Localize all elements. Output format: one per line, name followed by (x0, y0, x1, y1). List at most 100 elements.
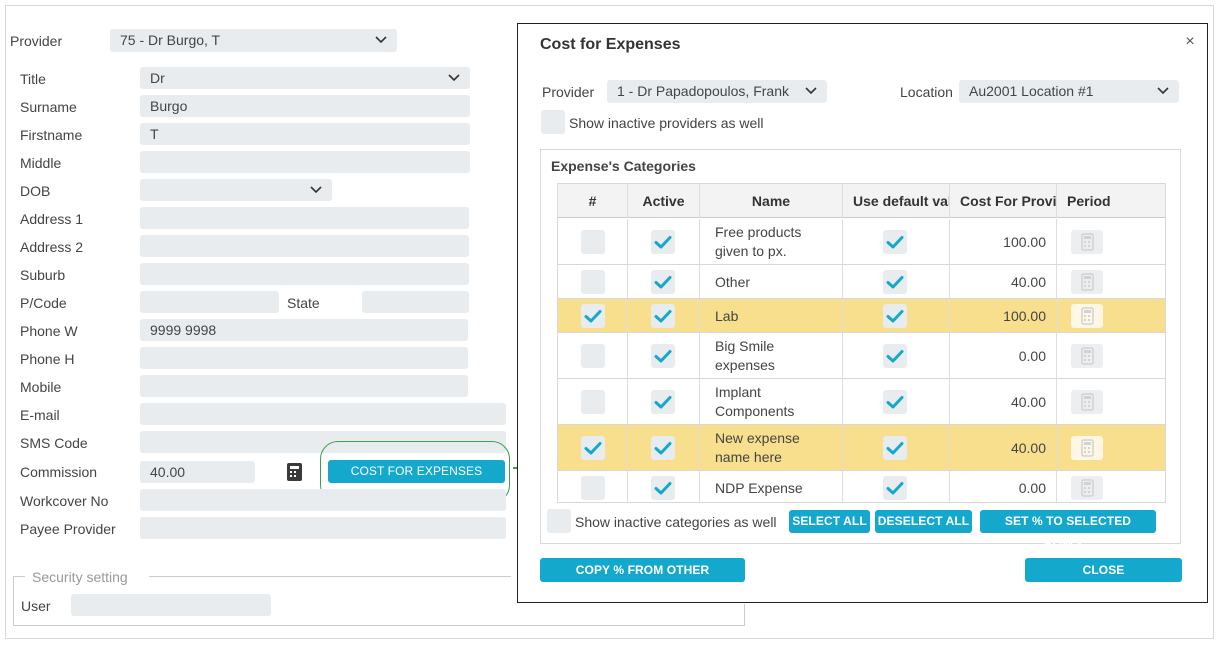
select-all-button[interactable]: SELECT ALL (789, 510, 870, 533)
show-inactive-providers-label: Show inactive providers as well (569, 115, 764, 131)
title-label: Title (20, 71, 46, 87)
period-calculator-icon[interactable] (1071, 230, 1103, 254)
address1-input[interactable] (140, 207, 469, 229)
active-checkbox[interactable] (651, 304, 675, 328)
phone-w-input[interactable]: 9999 9998 (140, 319, 468, 341)
dob-picker[interactable] (140, 179, 332, 201)
column-header-cost[interactable]: Cost For Provider (950, 184, 1057, 218)
use-default-checkbox[interactable] (883, 476, 907, 500)
table-row[interactable]: Other 40.00 (558, 265, 1165, 299)
mobile-input[interactable] (140, 375, 468, 397)
payee-provider-input[interactable] (140, 517, 506, 539)
table-cell: 40.00 (950, 379, 1057, 424)
table-cell: 0.00 (950, 333, 1057, 378)
cost-value[interactable]: 40.00 (1011, 274, 1046, 290)
table-row[interactable]: Big Smile expenses 0.00 (558, 333, 1165, 379)
table-cell (628, 265, 700, 298)
copy-percent-button[interactable]: COPY % FROM OTHER PROVIDER... (540, 558, 745, 601)
middle-label: Middle (20, 155, 62, 171)
surname-input[interactable]: Burgo (140, 95, 470, 117)
suburb-input[interactable] (140, 263, 469, 285)
period-calculator-icon[interactable] (1071, 344, 1103, 368)
table-cell: 0.00 (950, 471, 1057, 502)
table-cell (628, 425, 700, 470)
location-label: Location (900, 84, 953, 100)
phone-h-input[interactable] (140, 347, 468, 369)
table-row[interactable]: Implant Components 40.00 (558, 379, 1165, 425)
period-calculator-icon[interactable] (1071, 304, 1103, 328)
table-cell (843, 333, 950, 378)
row-select-checkbox[interactable] (581, 344, 605, 368)
active-checkbox[interactable] (651, 476, 675, 500)
use-default-checkbox[interactable] (883, 390, 907, 414)
calculator-icon[interactable] (285, 461, 305, 483)
address2-label: Address 2 (20, 239, 84, 255)
use-default-checkbox[interactable] (883, 230, 907, 254)
row-select-checkbox[interactable] (581, 270, 605, 294)
column-header-active[interactable]: Active (628, 184, 700, 218)
show-inactive-providers-checkbox[interactable] (541, 110, 565, 134)
cost-value[interactable]: 0.00 (1019, 480, 1046, 496)
cost-value[interactable]: 40.00 (1011, 394, 1046, 410)
commission-input[interactable]: 40.00 (140, 461, 255, 483)
suburb-label: Suburb (20, 267, 66, 283)
pcode-input[interactable] (140, 291, 279, 313)
expense-categories-grid: # Active Name Use default value Cost For… (557, 183, 1166, 503)
email-input[interactable] (140, 403, 506, 425)
active-checkbox[interactable] (651, 344, 675, 368)
table-cell: Free products given to px. (700, 219, 843, 264)
location-select[interactable]: Au2001 Location #1 (959, 80, 1179, 103)
row-select-checkbox[interactable] (581, 304, 605, 328)
dob-label: DOB (20, 183, 51, 199)
table-row[interactable]: NDP Expense 0.00 (558, 471, 1165, 502)
table-row[interactable]: Lab 100.00 (558, 299, 1165, 333)
column-header-period[interactable]: Period (1057, 184, 1165, 218)
period-calculator-icon[interactable] (1071, 270, 1103, 294)
active-checkbox[interactable] (651, 270, 675, 294)
row-select-checkbox[interactable] (581, 230, 605, 254)
workcover-input[interactable] (140, 489, 506, 511)
dialog-provider-select[interactable]: 1 - Dr Papadopoulos, Frank (607, 80, 827, 103)
row-select-checkbox[interactable] (581, 390, 605, 414)
period-calculator-icon[interactable] (1071, 476, 1103, 500)
payee-provider-label: Payee Provider (20, 521, 116, 537)
table-row[interactable]: Free products given to px. 100.00 (558, 219, 1165, 265)
fieldset-border (13, 576, 25, 577)
table-cell: Other (700, 265, 843, 298)
user-input[interactable] (71, 594, 271, 616)
provider-select[interactable]: 75 - Dr Burgo, T (110, 29, 397, 52)
use-default-checkbox[interactable] (883, 344, 907, 368)
cost-value[interactable]: 0.00 (1019, 348, 1046, 364)
period-calculator-icon[interactable] (1071, 436, 1103, 460)
active-checkbox[interactable] (651, 390, 675, 414)
deselect-all-button[interactable]: DESELECT ALL (875, 510, 972, 533)
close-button[interactable]: CLOSE (1025, 558, 1182, 582)
security-setting-legend: Security setting (32, 569, 128, 585)
title-select[interactable]: Dr (140, 67, 470, 89)
state-input[interactable] (362, 291, 469, 313)
set-percent-button[interactable]: SET % TO SELECTED ROWS... (980, 510, 1156, 550)
use-default-checkbox[interactable] (883, 304, 907, 328)
active-checkbox[interactable] (651, 436, 675, 460)
column-header-use-default[interactable]: Use default value (843, 184, 950, 218)
cost-value[interactable]: 100.00 (1003, 308, 1046, 324)
show-inactive-categories-checkbox[interactable] (547, 509, 571, 533)
period-calculator-icon[interactable] (1071, 390, 1103, 414)
middle-input[interactable] (140, 151, 470, 173)
address2-input[interactable] (140, 235, 469, 257)
column-header-select[interactable]: # (558, 184, 628, 218)
use-default-checkbox[interactable] (883, 270, 907, 294)
use-default-checkbox[interactable] (883, 436, 907, 460)
row-select-checkbox[interactable] (581, 436, 605, 460)
firstname-input[interactable]: T (140, 123, 470, 145)
table-row[interactable]: New expense name here 40.00 (558, 425, 1165, 471)
grid-header: # Active Name Use default value Cost For… (558, 184, 1165, 218)
close-icon[interactable]: × (1182, 34, 1198, 50)
table-cell (558, 265, 628, 298)
cost-value[interactable]: 100.00 (1003, 234, 1046, 250)
cost-value[interactable]: 40.00 (1011, 440, 1046, 456)
column-header-name[interactable]: Name (700, 184, 843, 218)
row-select-checkbox[interactable] (581, 476, 605, 500)
table-cell (558, 379, 628, 424)
active-checkbox[interactable] (651, 230, 675, 254)
